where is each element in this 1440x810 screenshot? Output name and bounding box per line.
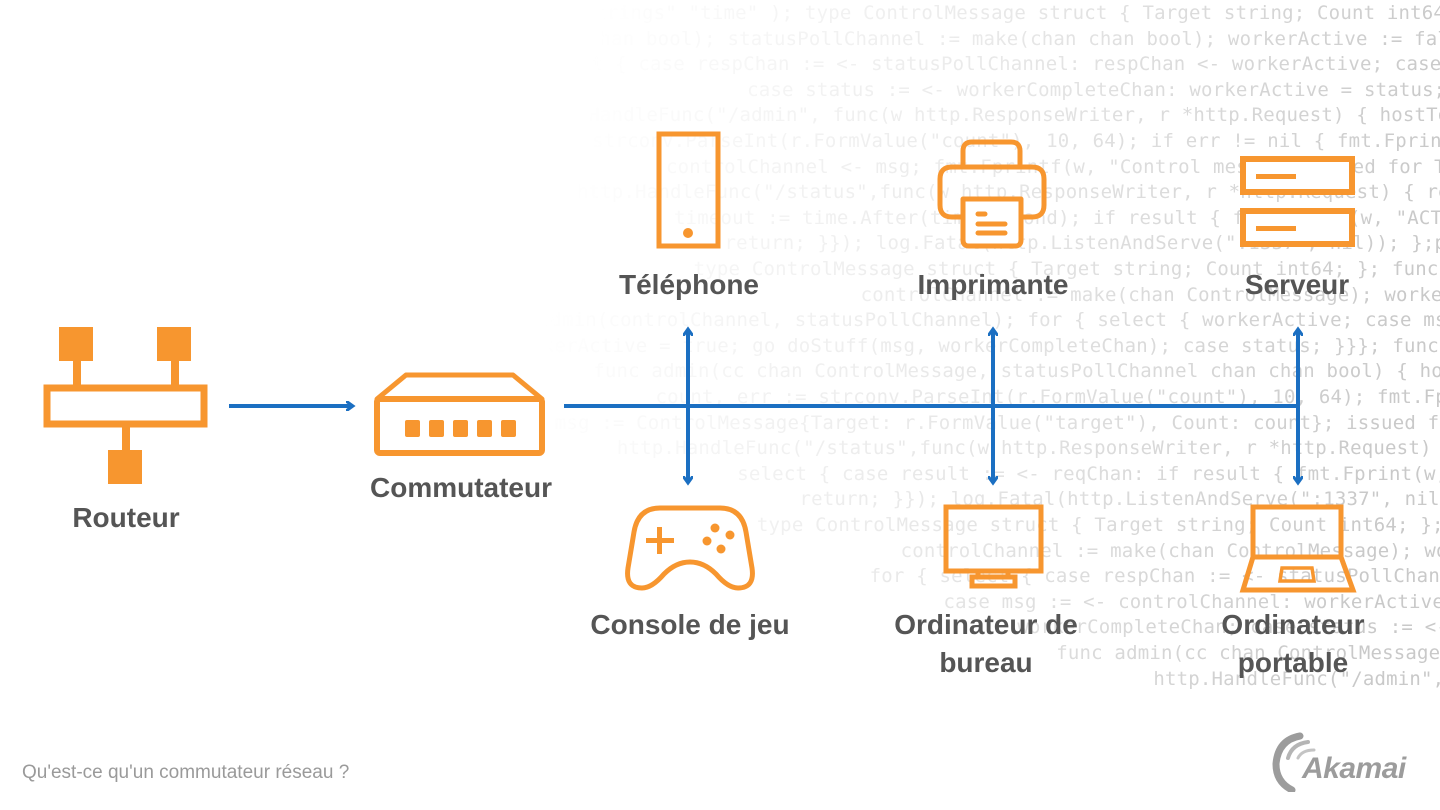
server-icon	[1240, 156, 1355, 247]
printer-icon	[937, 139, 1047, 249]
akamai-logo: Akamai	[1270, 730, 1420, 792]
router-label: Routeur	[72, 502, 180, 533]
console-label: Console de jeu	[590, 609, 790, 640]
phone-label: Téléphone	[618, 269, 760, 300]
desktop-label-line2: bureau	[939, 647, 1033, 678]
server-label: Serveur	[1244, 269, 1350, 300]
switch-label: Commutateur	[369, 472, 553, 503]
router-icon	[43, 327, 208, 484]
network-diagram	[43, 131, 1357, 593]
laptop-label-line1: Ordinateur	[1221, 609, 1365, 640]
desktop-label: Ordinateur de bureau	[894, 606, 1078, 682]
network-switch-icon	[374, 372, 545, 456]
laptop-label: Ordinateur portable	[1221, 606, 1364, 682]
brand-name: Akamai	[1302, 752, 1406, 785]
desktop-label-line1: Ordinateur de	[894, 609, 1078, 640]
gamepad-icon	[625, 505, 755, 591]
laptop-icon	[1239, 504, 1357, 593]
printer-label: Imprimante	[917, 269, 1069, 300]
desktop-monitor-icon	[943, 504, 1044, 589]
laptop-label-line2: portable	[1237, 647, 1349, 678]
caption: Qu'est-ce qu'un commutateur réseau ?	[22, 762, 350, 783]
smartphone-icon	[656, 131, 721, 249]
